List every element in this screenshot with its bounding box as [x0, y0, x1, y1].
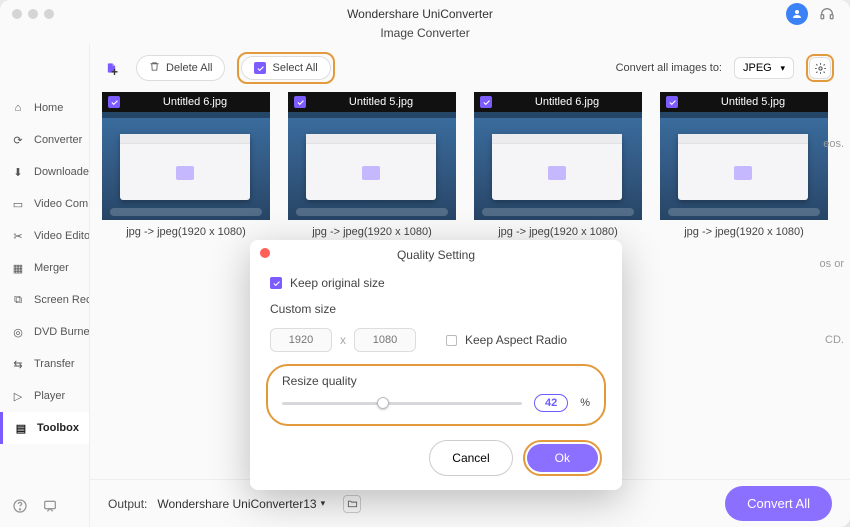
output-format-dropdown[interactable]: JPEG ▾: [734, 57, 794, 79]
image-card[interactable]: Untitled 6.jpg jpg -> jpeg(1920 x 1080): [102, 92, 270, 244]
image-card[interactable]: Untitled 5.jpgjpg -> jpeg(1920 x 1080): [288, 92, 456, 244]
sidebar-item-label: Converter: [34, 134, 82, 146]
sidebar-item-label: Player: [34, 390, 65, 402]
sidebar-item-label: Toolbox: [37, 422, 79, 434]
sidebar-item-label: Screen Recorder: [34, 294, 89, 306]
keep-aspect-label: Keep Aspect Radio: [465, 333, 567, 347]
trash-icon: [149, 61, 160, 75]
bg-text: os or: [820, 258, 844, 270]
sidebar-item-label: Transfer: [34, 358, 75, 370]
sidebar-item-transfer[interactable]: ⇆ Transfer: [0, 348, 89, 380]
delete-all-button[interactable]: Delete All: [136, 55, 225, 81]
card-meta: jpg -> jpeg(1920 x 1080): [660, 220, 828, 244]
card-thumbnail: [660, 112, 828, 220]
quality-settings-button[interactable]: [809, 57, 831, 79]
custom-size-label: Custom size: [270, 302, 602, 316]
sidebar-item-player[interactable]: ▷ Player: [0, 380, 89, 412]
sidebar-item-toolbox[interactable]: ▤ Toolbox: [0, 412, 89, 444]
player-icon: ▷: [10, 388, 26, 404]
resize-quality-label: Resize quality: [282, 374, 590, 388]
select-all-button[interactable]: Select All: [241, 56, 330, 80]
dvd-burner-icon: ◎: [10, 324, 26, 340]
chevron-down-icon: ▾: [321, 498, 326, 509]
sidebar-item-label: Video Editor: [34, 230, 89, 242]
convert-to-label: Convert all images to:: [616, 62, 722, 74]
downloader-icon: ⬇: [10, 164, 26, 180]
app-title: Wondershare UniConverter: [54, 7, 786, 21]
sidebar-item-label: Merger: [34, 262, 69, 274]
converter-icon: ⟳: [10, 132, 26, 148]
video-compressor-icon: ▭: [10, 196, 26, 212]
quality-unit: %: [580, 397, 590, 409]
home-icon: ⌂: [10, 100, 26, 116]
page-title: Image Converter: [0, 26, 850, 40]
sidebar-item-label: Downloader: [34, 166, 89, 178]
bg-text: eos.: [823, 138, 844, 150]
feedback-icon[interactable]: [42, 498, 58, 519]
sidebar-item-video-compressor[interactable]: ▭ Video Compressor: [0, 188, 89, 220]
sidebar-item-home[interactable]: ⌂ Home: [0, 92, 89, 124]
toolbox-icon: ▤: [13, 420, 29, 436]
quality-setting-dialog: Quality Setting Keep original size Custo…: [250, 240, 622, 490]
sidebar-item-merger[interactable]: ▦ Merger: [0, 252, 89, 284]
ok-button[interactable]: Ok: [527, 444, 598, 472]
card-thumbnail: [474, 112, 642, 220]
merger-icon: ▦: [10, 260, 26, 276]
keep-original-checkbox[interactable]: [270, 277, 282, 289]
window-traffic-lights[interactable]: [12, 9, 54, 19]
card-checkbox[interactable]: [294, 96, 306, 108]
help-icon[interactable]: [12, 498, 28, 519]
card-checkbox[interactable]: [108, 96, 120, 108]
card-filename: Untitled 5.jpg: [312, 96, 450, 108]
toolbar: + Delete All Select All Convert all imag…: [90, 44, 850, 92]
cancel-button[interactable]: Cancel: [429, 440, 512, 476]
dialog-title: Quality Setting: [397, 248, 475, 262]
sidebar-item-label: Video Compressor: [34, 198, 89, 210]
image-card[interactable]: Untitled 6.jpgjpg -> jpeg(1920 x 1080): [474, 92, 642, 244]
chevron-down-icon: ▾: [780, 63, 785, 74]
quality-value[interactable]: 42: [534, 394, 568, 412]
sidebar-item-dvd-burner[interactable]: ◎ DVD Burner: [0, 316, 89, 348]
sidebar-item-label: DVD Burner: [34, 326, 89, 338]
quality-slider[interactable]: [282, 402, 522, 405]
select-all-checkbox-icon: [254, 62, 266, 74]
convert-all-button[interactable]: Convert All: [725, 486, 832, 521]
sidebar: ⌂ Home ⟳ Converter ⬇ Downloader ▭ Video Compres…: [0, 44, 90, 527]
sidebar-item-converter[interactable]: ⟳ Converter: [0, 124, 89, 156]
card-filename: Untitled 6.jpg: [126, 96, 264, 108]
video-editor-icon: ✂: [10, 228, 26, 244]
card-meta: jpg -> jpeg(1920 x 1080): [102, 220, 270, 244]
card-filename: Untitled 5.jpg: [684, 96, 822, 108]
card-thumbnail: [102, 112, 270, 220]
image-card[interactable]: Untitled 5.jpg jpg -> jpeg(1920 x 1080): [660, 92, 828, 244]
screen-recorder-icon: ⧉: [10, 292, 26, 308]
card-filename: Untitled 6.jpg: [498, 96, 636, 108]
card-checkbox[interactable]: [666, 96, 678, 108]
height-input[interactable]: [354, 328, 416, 352]
sidebar-item-downloader[interactable]: ⬇ Downloader: [0, 156, 89, 188]
output-label: Output:: [108, 497, 147, 511]
card-checkbox[interactable]: [480, 96, 492, 108]
sidebar-item-video-editor[interactable]: ✂ Video Editor: [0, 220, 89, 252]
dialog-close-button[interactable]: [260, 248, 270, 258]
transfer-icon: ⇆: [10, 356, 26, 372]
add-file-icon[interactable]: +: [106, 59, 124, 77]
output-path-dropdown[interactable]: Wondershare UniConverter13 ▾: [157, 497, 325, 511]
slider-knob[interactable]: [377, 397, 389, 409]
open-output-folder-button[interactable]: [343, 495, 361, 513]
user-avatar-icon[interactable]: [786, 3, 808, 25]
card-thumbnail: [288, 112, 456, 220]
width-input[interactable]: [270, 328, 332, 352]
support-headset-icon[interactable]: [816, 3, 838, 25]
bg-text: CD.: [825, 334, 844, 346]
sidebar-item-screen-recorder[interactable]: ⧉ Screen Recorder: [0, 284, 89, 316]
keep-original-label: Keep original size: [290, 276, 385, 290]
keep-aspect-checkbox[interactable]: [446, 335, 457, 346]
sidebar-item-label: Home: [34, 102, 63, 114]
